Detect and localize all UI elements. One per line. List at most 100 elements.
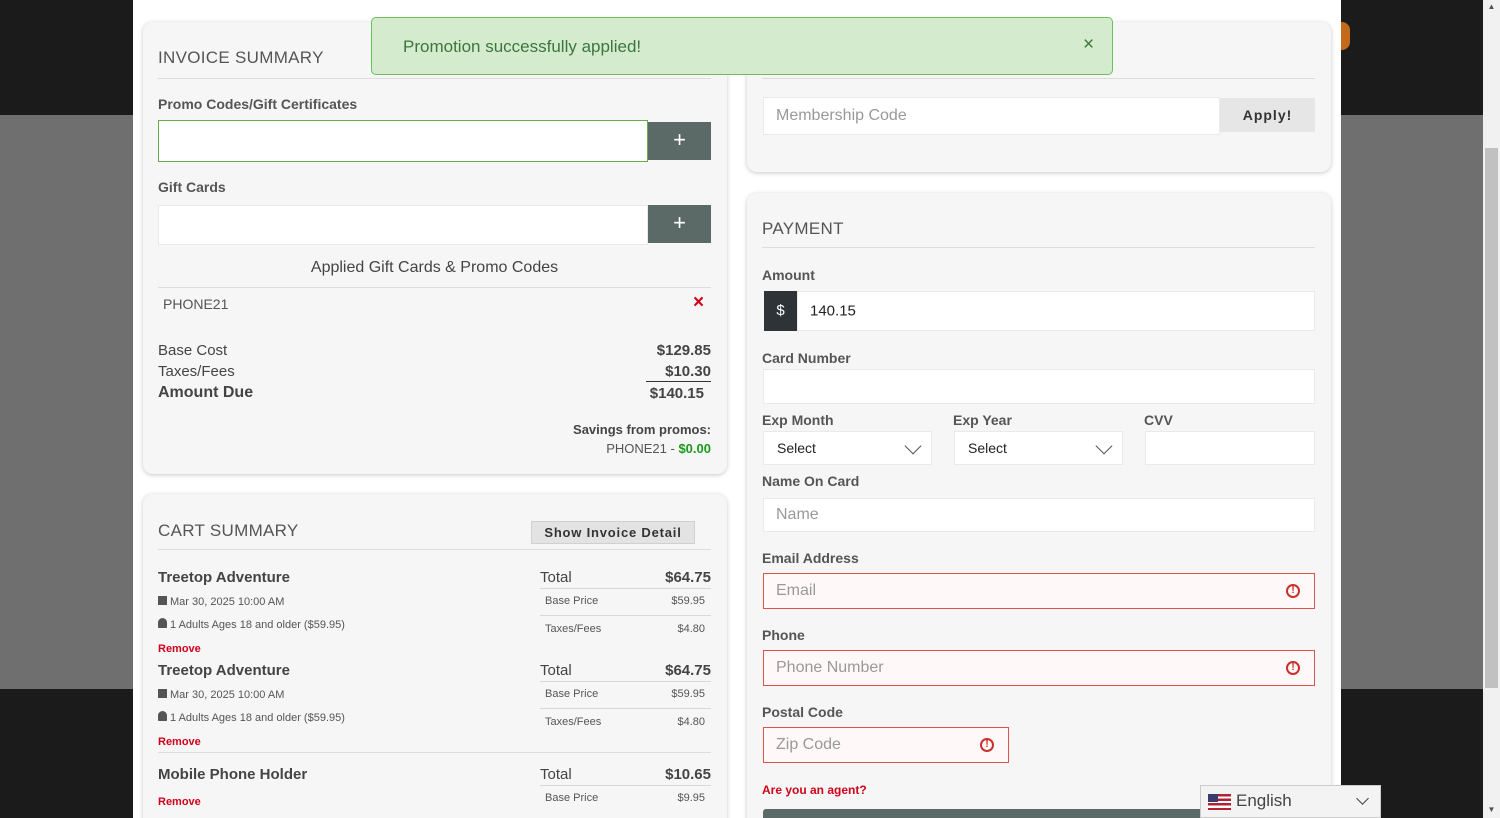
language-selector[interactable]: English (1200, 785, 1381, 818)
cart-summary-title: CART SUMMARY (158, 521, 299, 540)
remove-item-button[interactable]: Remove (158, 796, 201, 808)
name-on-card-input[interactable]: Name (763, 498, 1315, 532)
agent-link[interactable]: Are you an agent? (762, 783, 867, 797)
divider (762, 247, 1315, 248)
taxes-fees-value: $4.80 (677, 623, 705, 635)
item-total-value: $10.65 (665, 766, 711, 783)
exp-month-label: Exp Month (762, 412, 834, 428)
taxes-fees-value: $4.80 (677, 716, 705, 728)
page-scrollbar[interactable]: ▲ ▼ (1483, 0, 1500, 818)
exp-year-value: Select (968, 440, 1007, 456)
cart-item-name: Mobile Phone Holder (158, 766, 308, 783)
applied-codes-title: Applied Gift Cards & Promo Codes (310, 259, 559, 276)
chevron-down-icon (904, 437, 922, 455)
promo-code-label: Promo Codes/Gift Certificates (158, 96, 358, 112)
exp-year-label: Exp Year (953, 412, 1012, 428)
item-total-label: Total (540, 662, 572, 679)
gift-card-input[interactable] (158, 205, 648, 245)
amount-label: Amount (762, 267, 815, 283)
membership-code-input[interactable]: Membership Code (763, 97, 1220, 135)
email-label: Email Address (762, 550, 859, 566)
divider (158, 78, 711, 79)
phone-label: Phone (762, 627, 805, 643)
total-underline (646, 381, 711, 382)
base-price-value: $9.95 (677, 792, 705, 804)
cart-item-date: Mar 30, 2025 10:00 AM (158, 689, 284, 701)
postal-placeholder: Zip Code (776, 736, 841, 753)
promotion-toast: Promotion successfully applied! × (371, 17, 1113, 75)
base-cost-label: Base Cost (158, 342, 228, 359)
cart-item-name: Treetop Adventure (158, 662, 290, 679)
amount-due-value: $140.15 (649, 385, 704, 402)
amount-due-label: Amount Due (158, 384, 254, 401)
item-total-value: $64.75 (665, 569, 711, 586)
error-icon: ! (980, 738, 994, 752)
card-number-input[interactable] (763, 369, 1315, 404)
add-gift-card-button[interactable]: + (648, 205, 711, 243)
email-placeholder: Email (776, 582, 817, 599)
taxes-label: Taxes/Fees (158, 363, 235, 380)
remove-item-button[interactable]: Remove (158, 643, 201, 655)
us-flag-icon (1208, 794, 1231, 810)
postal-code-input[interactable]: Zip Code ! (763, 727, 1009, 763)
cart-item-date: Mar 30, 2025 10:00 AM (158, 596, 284, 608)
base-price-value: $59.95 (671, 688, 705, 700)
remove-item-button[interactable]: Remove (158, 736, 201, 748)
cart-item-guests: 1 Adults Ages 18 and older ($59.95) (158, 711, 345, 724)
savings-line: PHONE21 - $0.00 (606, 441, 711, 456)
person-icon (158, 711, 167, 721)
taxes-value: $10.30 (665, 363, 711, 380)
calendar-icon (158, 689, 167, 698)
cvv-input[interactable] (1145, 431, 1315, 465)
base-price-label: Base Price (545, 595, 599, 607)
remove-code-icon[interactable]: × (693, 292, 704, 314)
checkout-modal: INVOICE SUMMARY Promo Codes/Gift Certifi… (133, 0, 1341, 818)
base-price-label: Base Price (545, 792, 599, 804)
divider (540, 681, 711, 682)
exp-month-select[interactable]: Select (763, 431, 932, 465)
item-total-label: Total (540, 766, 572, 783)
add-promo-button[interactable]: + (648, 122, 711, 160)
phone-placeholder: Phone Number (776, 659, 884, 676)
divider (762, 78, 1315, 79)
error-icon: ! (1286, 584, 1300, 598)
apply-membership-button[interactable]: Apply! (1220, 98, 1315, 132)
scroll-thumb[interactable] (1485, 148, 1498, 688)
base-price-label: Base Price (545, 688, 599, 700)
cvv-label: CVV (1144, 412, 1173, 428)
applied-code: PHONE21 (163, 296, 229, 312)
amount-input[interactable]: 140.15 (797, 291, 1315, 331)
phone-input[interactable]: Phone Number ! (763, 650, 1315, 686)
promo-code-input[interactable] (158, 120, 648, 162)
scroll-down-arrow-icon[interactable]: ▼ (1483, 803, 1500, 817)
invoice-summary-card: INVOICE SUMMARY Promo Codes/Gift Certifi… (143, 22, 727, 474)
item-total-value: $64.75 (665, 662, 711, 679)
taxes-fees-label: Taxes/Fees (545, 623, 602, 635)
language-label: English (1236, 791, 1292, 810)
divider (540, 615, 711, 616)
postal-code-label: Postal Code (762, 704, 843, 720)
cart-item-name: Treetop Adventure (158, 569, 290, 586)
invoice-summary-title: INVOICE SUMMARY (158, 48, 324, 67)
savings-amount: $0.00 (678, 441, 711, 456)
chevron-down-icon (1095, 437, 1113, 455)
base-price-value: $59.95 (671, 595, 705, 607)
error-icon: ! (1286, 661, 1300, 675)
divider (158, 549, 711, 550)
exp-year-select[interactable]: Select (954, 431, 1123, 465)
scroll-up-arrow-icon[interactable]: ▲ (1483, 0, 1500, 14)
gift-cards-label: Gift Cards (158, 179, 226, 195)
divider (158, 287, 711, 288)
name-on-card-label: Name On Card (762, 473, 860, 489)
savings-code: PHONE21 - (606, 441, 679, 456)
show-invoice-detail-button[interactable]: Show Invoice Detail (531, 521, 695, 544)
membership-placeholder: Membership Code (776, 107, 907, 124)
payment-card: PAYMENT Amount $ 140.15 Card Number Exp … (747, 193, 1331, 818)
email-input[interactable]: Email ! (763, 573, 1315, 609)
exp-month-value: Select (777, 440, 816, 456)
divider (540, 785, 711, 786)
chevron-down-icon (1356, 792, 1369, 805)
close-icon[interactable]: × (1083, 34, 1094, 56)
item-total-label: Total (540, 569, 572, 586)
savings-label: Savings from promos: (573, 422, 711, 437)
